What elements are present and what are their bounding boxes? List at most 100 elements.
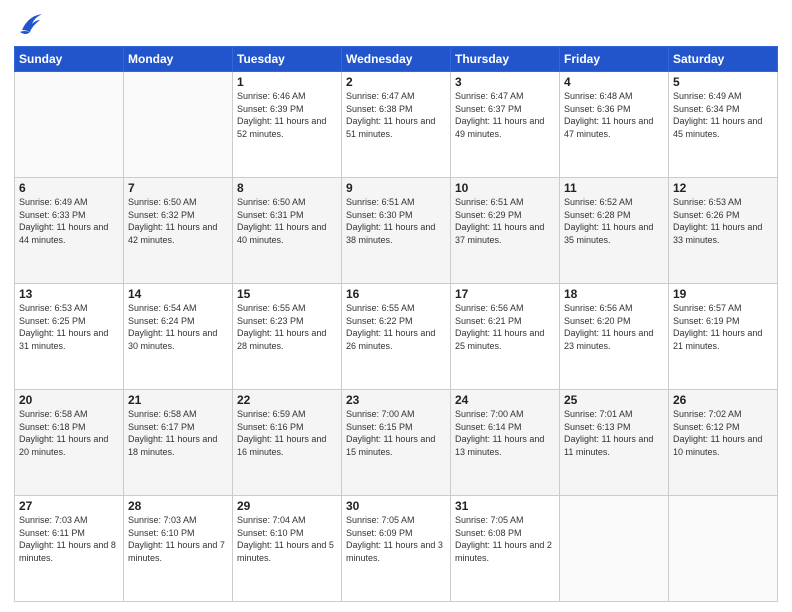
logo-icon <box>14 10 44 38</box>
day-header-wednesday: Wednesday <box>342 47 451 72</box>
calendar-cell: 3Sunrise: 6:47 AM Sunset: 6:37 PM Daylig… <box>451 72 560 178</box>
calendar-cell: 8Sunrise: 6:50 AM Sunset: 6:31 PM Daylig… <box>233 178 342 284</box>
day-info: Sunrise: 6:53 AM Sunset: 6:26 PM Dayligh… <box>673 196 773 246</box>
calendar-cell: 17Sunrise: 6:56 AM Sunset: 6:21 PM Dayli… <box>451 284 560 390</box>
day-header-friday: Friday <box>560 47 669 72</box>
calendar-cell: 29Sunrise: 7:04 AM Sunset: 6:10 PM Dayli… <box>233 496 342 602</box>
logo <box>14 10 48 38</box>
page: SundayMondayTuesdayWednesdayThursdayFrid… <box>0 0 792 612</box>
day-number: 28 <box>128 499 228 513</box>
day-info: Sunrise: 6:49 AM Sunset: 6:33 PM Dayligh… <box>19 196 119 246</box>
day-number: 20 <box>19 393 119 407</box>
calendar-cell: 24Sunrise: 7:00 AM Sunset: 6:14 PM Dayli… <box>451 390 560 496</box>
calendar-cell: 20Sunrise: 6:58 AM Sunset: 6:18 PM Dayli… <box>15 390 124 496</box>
day-info: Sunrise: 7:00 AM Sunset: 6:14 PM Dayligh… <box>455 408 555 458</box>
calendar-cell: 19Sunrise: 6:57 AM Sunset: 6:19 PM Dayli… <box>669 284 778 390</box>
calendar-cell: 9Sunrise: 6:51 AM Sunset: 6:30 PM Daylig… <box>342 178 451 284</box>
calendar-cell <box>560 496 669 602</box>
day-number: 16 <box>346 287 446 301</box>
day-info: Sunrise: 6:59 AM Sunset: 6:16 PM Dayligh… <box>237 408 337 458</box>
day-info: Sunrise: 7:03 AM Sunset: 6:10 PM Dayligh… <box>128 514 228 564</box>
day-number: 11 <box>564 181 664 195</box>
calendar-cell: 31Sunrise: 7:05 AM Sunset: 6:08 PM Dayli… <box>451 496 560 602</box>
day-info: Sunrise: 7:04 AM Sunset: 6:10 PM Dayligh… <box>237 514 337 564</box>
day-number: 17 <box>455 287 555 301</box>
calendar-cell: 13Sunrise: 6:53 AM Sunset: 6:25 PM Dayli… <box>15 284 124 390</box>
day-header-tuesday: Tuesday <box>233 47 342 72</box>
day-number: 4 <box>564 75 664 89</box>
day-number: 25 <box>564 393 664 407</box>
day-number: 27 <box>19 499 119 513</box>
calendar-cell: 30Sunrise: 7:05 AM Sunset: 6:09 PM Dayli… <box>342 496 451 602</box>
calendar-cell: 16Sunrise: 6:55 AM Sunset: 6:22 PM Dayli… <box>342 284 451 390</box>
calendar-cell: 6Sunrise: 6:49 AM Sunset: 6:33 PM Daylig… <box>15 178 124 284</box>
calendar-cell: 15Sunrise: 6:55 AM Sunset: 6:23 PM Dayli… <box>233 284 342 390</box>
day-number: 30 <box>346 499 446 513</box>
calendar-cell: 10Sunrise: 6:51 AM Sunset: 6:29 PM Dayli… <box>451 178 560 284</box>
day-info: Sunrise: 7:02 AM Sunset: 6:12 PM Dayligh… <box>673 408 773 458</box>
calendar-cell <box>15 72 124 178</box>
calendar-table: SundayMondayTuesdayWednesdayThursdayFrid… <box>14 46 778 602</box>
calendar-cell: 12Sunrise: 6:53 AM Sunset: 6:26 PM Dayli… <box>669 178 778 284</box>
day-info: Sunrise: 7:03 AM Sunset: 6:11 PM Dayligh… <box>19 514 119 564</box>
day-info: Sunrise: 7:01 AM Sunset: 6:13 PM Dayligh… <box>564 408 664 458</box>
calendar-cell: 5Sunrise: 6:49 AM Sunset: 6:34 PM Daylig… <box>669 72 778 178</box>
week-row-1: 1Sunrise: 6:46 AM Sunset: 6:39 PM Daylig… <box>15 72 778 178</box>
day-info: Sunrise: 6:54 AM Sunset: 6:24 PM Dayligh… <box>128 302 228 352</box>
day-info: Sunrise: 6:47 AM Sunset: 6:38 PM Dayligh… <box>346 90 446 140</box>
calendar-cell: 4Sunrise: 6:48 AM Sunset: 6:36 PM Daylig… <box>560 72 669 178</box>
calendar-cell: 11Sunrise: 6:52 AM Sunset: 6:28 PM Dayli… <box>560 178 669 284</box>
week-row-4: 20Sunrise: 6:58 AM Sunset: 6:18 PM Dayli… <box>15 390 778 496</box>
day-info: Sunrise: 6:53 AM Sunset: 6:25 PM Dayligh… <box>19 302 119 352</box>
calendar-cell <box>124 72 233 178</box>
calendar-cell: 7Sunrise: 6:50 AM Sunset: 6:32 PM Daylig… <box>124 178 233 284</box>
week-row-2: 6Sunrise: 6:49 AM Sunset: 6:33 PM Daylig… <box>15 178 778 284</box>
day-info: Sunrise: 6:55 AM Sunset: 6:23 PM Dayligh… <box>237 302 337 352</box>
calendar-cell: 2Sunrise: 6:47 AM Sunset: 6:38 PM Daylig… <box>342 72 451 178</box>
calendar-cell: 27Sunrise: 7:03 AM Sunset: 6:11 PM Dayli… <box>15 496 124 602</box>
calendar-cell: 23Sunrise: 7:00 AM Sunset: 6:15 PM Dayli… <box>342 390 451 496</box>
day-number: 8 <box>237 181 337 195</box>
day-number: 6 <box>19 181 119 195</box>
day-info: Sunrise: 6:47 AM Sunset: 6:37 PM Dayligh… <box>455 90 555 140</box>
day-number: 26 <box>673 393 773 407</box>
day-info: Sunrise: 6:51 AM Sunset: 6:30 PM Dayligh… <box>346 196 446 246</box>
day-number: 3 <box>455 75 555 89</box>
day-number: 31 <box>455 499 555 513</box>
day-number: 9 <box>346 181 446 195</box>
day-info: Sunrise: 6:55 AM Sunset: 6:22 PM Dayligh… <box>346 302 446 352</box>
calendar-cell: 26Sunrise: 7:02 AM Sunset: 6:12 PM Dayli… <box>669 390 778 496</box>
day-number: 13 <box>19 287 119 301</box>
day-info: Sunrise: 7:00 AM Sunset: 6:15 PM Dayligh… <box>346 408 446 458</box>
day-number: 18 <box>564 287 664 301</box>
day-number: 5 <box>673 75 773 89</box>
day-info: Sunrise: 6:58 AM Sunset: 6:17 PM Dayligh… <box>128 408 228 458</box>
calendar-cell: 14Sunrise: 6:54 AM Sunset: 6:24 PM Dayli… <box>124 284 233 390</box>
day-info: Sunrise: 7:05 AM Sunset: 6:08 PM Dayligh… <box>455 514 555 564</box>
day-number: 21 <box>128 393 228 407</box>
calendar-header-row: SundayMondayTuesdayWednesdayThursdayFrid… <box>15 47 778 72</box>
day-info: Sunrise: 6:50 AM Sunset: 6:31 PM Dayligh… <box>237 196 337 246</box>
day-number: 10 <box>455 181 555 195</box>
calendar-cell: 18Sunrise: 6:56 AM Sunset: 6:20 PM Dayli… <box>560 284 669 390</box>
day-number: 1 <box>237 75 337 89</box>
day-number: 12 <box>673 181 773 195</box>
day-info: Sunrise: 6:51 AM Sunset: 6:29 PM Dayligh… <box>455 196 555 246</box>
day-header-monday: Monday <box>124 47 233 72</box>
week-row-3: 13Sunrise: 6:53 AM Sunset: 6:25 PM Dayli… <box>15 284 778 390</box>
day-number: 15 <box>237 287 337 301</box>
day-info: Sunrise: 6:56 AM Sunset: 6:20 PM Dayligh… <box>564 302 664 352</box>
day-header-thursday: Thursday <box>451 47 560 72</box>
day-number: 19 <box>673 287 773 301</box>
day-number: 14 <box>128 287 228 301</box>
day-info: Sunrise: 6:57 AM Sunset: 6:19 PM Dayligh… <box>673 302 773 352</box>
calendar-cell: 21Sunrise: 6:58 AM Sunset: 6:17 PM Dayli… <box>124 390 233 496</box>
calendar-cell: 22Sunrise: 6:59 AM Sunset: 6:16 PM Dayli… <box>233 390 342 496</box>
day-number: 23 <box>346 393 446 407</box>
calendar-cell: 25Sunrise: 7:01 AM Sunset: 6:13 PM Dayli… <box>560 390 669 496</box>
day-info: Sunrise: 6:46 AM Sunset: 6:39 PM Dayligh… <box>237 90 337 140</box>
day-number: 29 <box>237 499 337 513</box>
day-info: Sunrise: 6:49 AM Sunset: 6:34 PM Dayligh… <box>673 90 773 140</box>
day-info: Sunrise: 6:48 AM Sunset: 6:36 PM Dayligh… <box>564 90 664 140</box>
day-header-sunday: Sunday <box>15 47 124 72</box>
